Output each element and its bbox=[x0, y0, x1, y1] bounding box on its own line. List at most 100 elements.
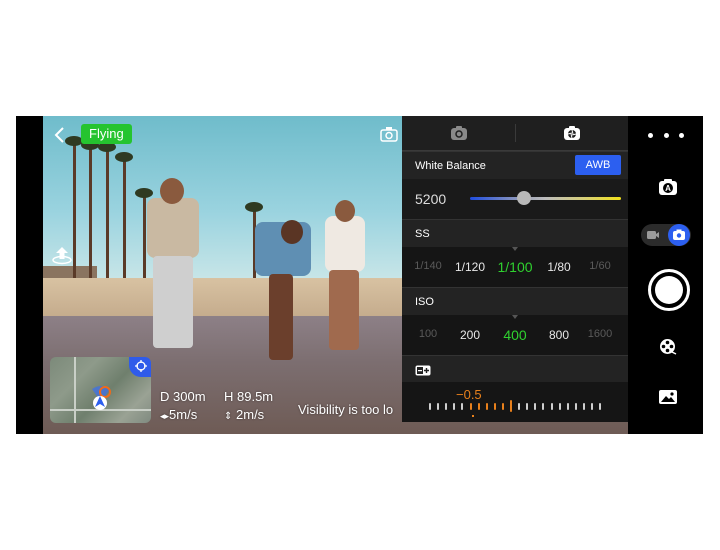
palm-frond bbox=[245, 202, 263, 212]
image-gallery-icon bbox=[659, 390, 677, 404]
distance-readout: D 300m bbox=[160, 389, 206, 404]
exposure-tick bbox=[485, 403, 488, 410]
shutter-icon bbox=[563, 126, 580, 140]
exposure-tick bbox=[477, 403, 480, 410]
shutter-button-inner bbox=[655, 276, 683, 304]
iso-label: ISO bbox=[415, 296, 434, 308]
video-mode-icon[interactable] bbox=[646, 228, 660, 242]
person-white-top bbox=[325, 216, 365, 272]
exposure-zero-marker bbox=[472, 415, 474, 417]
exposure-tick bbox=[558, 403, 561, 410]
map-recenter-button[interactable] bbox=[129, 357, 151, 377]
auto-camera-icon: A bbox=[659, 179, 677, 195]
palm-tree bbox=[123, 156, 126, 280]
shutter-speed-label: SS bbox=[415, 228, 430, 240]
exposure-tick bbox=[461, 403, 464, 410]
left-bar bbox=[16, 116, 43, 434]
person-head bbox=[281, 220, 303, 244]
exposure-tick bbox=[453, 403, 456, 410]
palm-tree bbox=[73, 140, 76, 280]
camera-settings-tab[interactable] bbox=[402, 116, 515, 150]
svg-text:A: A bbox=[665, 184, 671, 193]
shutter-speed-option[interactable]: 1/80 bbox=[547, 260, 570, 274]
aperture-settings-tab[interactable] bbox=[515, 116, 628, 150]
iso-header: ISO bbox=[402, 287, 628, 316]
quickshots-button[interactable] bbox=[659, 338, 677, 356]
iso-option[interactable]: 200 bbox=[460, 328, 480, 342]
back-button[interactable] bbox=[53, 126, 67, 144]
exposure-tick bbox=[550, 403, 553, 410]
shutter-speed-option[interactable]: 1/140 bbox=[414, 260, 442, 272]
shutter-speed-option[interactable]: 1/100 bbox=[497, 259, 532, 275]
camera-settings-panel: White Balance AWB 5200 SS 1/140 1/120 1/10… bbox=[402, 116, 628, 422]
capture-mode-toggle[interactable] bbox=[641, 224, 691, 246]
exposure-tick bbox=[566, 403, 569, 410]
exposure-scale[interactable]: −0.5 bbox=[402, 382, 628, 422]
exposure-tick bbox=[526, 403, 529, 410]
horizontal-speed: ◂▸5m/s bbox=[160, 407, 197, 422]
palm-frond bbox=[135, 188, 153, 198]
horizontal-arrows-icon: ◂▸ bbox=[160, 411, 170, 421]
aircraft-location-icon bbox=[88, 383, 114, 411]
palm-frond bbox=[115, 152, 133, 162]
exposure-compensation-icon bbox=[415, 363, 431, 381]
shutter-speed-option[interactable]: 1/120 bbox=[455, 260, 485, 274]
person-legs bbox=[269, 274, 293, 360]
shutter-speed-option[interactable]: 1/60 bbox=[589, 260, 610, 272]
crosshair-icon bbox=[135, 360, 147, 372]
iso-option[interactable]: 800 bbox=[549, 328, 569, 342]
exposure-tick bbox=[582, 403, 585, 410]
exposure-tick bbox=[542, 403, 545, 410]
exposure-tick bbox=[510, 400, 512, 412]
more-options-button[interactable] bbox=[648, 130, 684, 140]
exposure-tick bbox=[501, 403, 504, 410]
shutter-button[interactable] bbox=[648, 269, 690, 311]
exposure-tick bbox=[429, 403, 431, 410]
shutter-speed-header: SS bbox=[402, 219, 628, 248]
iso-option[interactable]: 400 bbox=[503, 327, 526, 343]
height-readout: H 89.5m bbox=[224, 389, 274, 404]
chevron-left-icon bbox=[54, 127, 64, 143]
shutter-speed-scale[interactable]: 1/140 1/120 1/100 1/80 1/60 bbox=[402, 247, 628, 287]
horizontal-speed-value: 5m/s bbox=[169, 407, 198, 422]
flight-status-badge: Flying bbox=[81, 124, 132, 144]
exposure-tick bbox=[574, 403, 577, 410]
return-to-home-icon[interactable] bbox=[51, 244, 73, 266]
app-frame: Flying D 300m H 89.5m ◂▸5m/s ⇕ 2m/s Visi… bbox=[16, 116, 703, 434]
iso-option[interactable]: 100 bbox=[419, 328, 437, 340]
awb-button[interactable]: AWB bbox=[575, 155, 621, 175]
minimap[interactable] bbox=[50, 357, 151, 423]
person-head bbox=[335, 200, 355, 222]
right-control-bar: A bbox=[628, 116, 703, 434]
photo-mode-button[interactable] bbox=[668, 224, 690, 246]
exposure-header bbox=[402, 355, 628, 384]
auto-mode-button[interactable]: A bbox=[658, 178, 678, 196]
iso-scale[interactable]: 100 200 400 800 1600 bbox=[402, 315, 628, 355]
palm-tree bbox=[89, 144, 92, 280]
scale-pointer bbox=[512, 247, 518, 251]
white-balance-slider[interactable] bbox=[470, 197, 621, 200]
exposure-tick bbox=[591, 403, 593, 410]
gear-camera-icon bbox=[450, 126, 467, 140]
iso-option[interactable]: 1600 bbox=[588, 328, 612, 340]
exposure-tick bbox=[493, 403, 496, 410]
vertical-arrows-icon: ⇕ bbox=[224, 411, 233, 422]
vertical-speed: ⇕ 2m/s bbox=[224, 407, 264, 422]
person-legs bbox=[329, 270, 359, 350]
exposure-tick bbox=[534, 403, 537, 410]
photo-camera-icon bbox=[673, 229, 685, 240]
palm-tree bbox=[143, 192, 146, 280]
vertical-speed-value: 2m/s bbox=[236, 407, 265, 422]
scale-pointer bbox=[512, 315, 518, 319]
gallery-button[interactable] bbox=[658, 389, 678, 405]
white-balance-value: 5200 bbox=[415, 191, 447, 207]
white-balance-label: White Balance bbox=[415, 160, 486, 172]
exposure-tick bbox=[599, 403, 602, 410]
exposure-tick bbox=[518, 403, 521, 410]
panel-tabs bbox=[402, 116, 628, 151]
camera-switch-icon[interactable] bbox=[380, 126, 398, 142]
white-balance-slider-thumb[interactable] bbox=[517, 191, 532, 205]
white-balance-slider-row: 5200 bbox=[402, 179, 628, 219]
person-head bbox=[160, 178, 184, 204]
exposure-value: −0.5 bbox=[456, 387, 482, 402]
